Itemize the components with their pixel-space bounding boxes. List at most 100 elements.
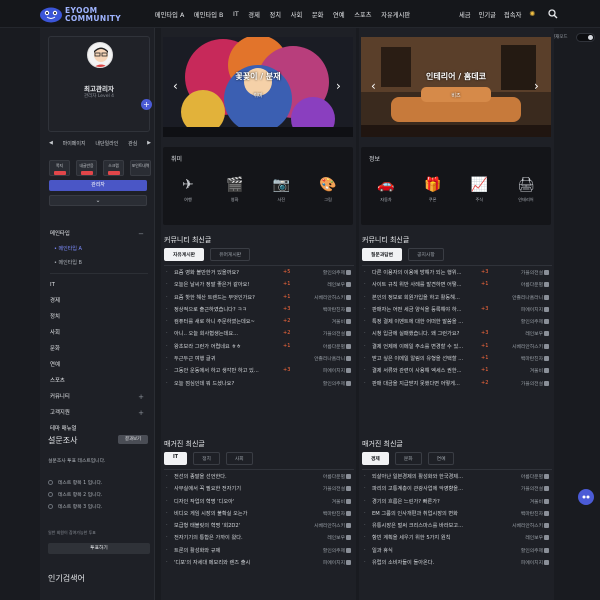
menu-item[interactable]: 문화	[50, 341, 148, 357]
section-tab[interactable]: 정치	[193, 452, 220, 465]
chevron-right-icon[interactable]: ›	[336, 79, 344, 93]
category-item[interactable]: 📈 주식	[464, 175, 494, 203]
survey-option[interactable]: 테스트 항목 2 입니다.	[48, 491, 102, 498]
nav-item[interactable]: 문화	[312, 10, 324, 19]
post-row[interactable]: · 비디오 게임 시장의 불확실 오는가 백마탄친자	[164, 510, 354, 522]
minus-icon[interactable]: −	[138, 226, 144, 242]
nav-item[interactable]: 연예	[333, 10, 345, 19]
post-row[interactable]: · 아니.. 오늘 회사협생는데요... +2 가을의전설	[164, 330, 354, 342]
radio-icon[interactable]	[48, 504, 53, 509]
post-author[interactable]: 가을의전설	[497, 485, 543, 492]
post-author[interactable]: 겨울비	[497, 367, 543, 374]
post-title[interactable]: EM 그룹의 인사개편과 취업시장의 변화	[372, 510, 480, 517]
post-title[interactable]: 사이트 규칙 위반 사례를 발견하면 어떻...	[372, 281, 480, 288]
post-author[interactable]: 백마탄친자	[497, 510, 543, 517]
post-row[interactable]: · 유통시장은 벌써 크리스마스를 바라보고... 시베리안허스키	[362, 522, 552, 534]
post-author[interactable]: 백마탄친자	[497, 355, 543, 362]
post-row[interactable]: · 트론의 활성화와 규제 할인의주제	[164, 547, 354, 559]
nav-right-item[interactable]: 인기글	[479, 10, 496, 19]
post-title[interactable]: 보급형 태블릿의 혁명 '회2D2'	[174, 522, 282, 529]
menu-item[interactable]: 연예	[50, 357, 148, 373]
post-title[interactable]: 요즘 핫한 해산 트렌드는 무엇인가요?	[174, 294, 282, 301]
feature-card[interactable]: 꽃꽂이 / 분재 취미 ‹ ›	[163, 37, 353, 137]
chat-float-button[interactable]	[578, 489, 594, 505]
nav-item[interactable]: 스포츠	[354, 10, 371, 19]
radio-icon[interactable]	[48, 480, 53, 485]
post-title[interactable]: 트론의 활성화와 규제	[174, 547, 282, 554]
category-item[interactable]: 📷 사진	[266, 175, 296, 203]
post-title[interactable]: 전선의 종말을 선언한다.	[174, 473, 282, 480]
expand-button[interactable]: ⌄	[49, 195, 147, 206]
post-row[interactable]: · 특정 결제 이벤트에 대한 어떠한 말씀을 ... 할인의주제	[362, 318, 552, 330]
post-author[interactable]: 백마탄친자	[299, 306, 345, 313]
post-row[interactable]: · 오늘 점심인데 뭐 드셨나요? 할인의주제	[164, 380, 354, 392]
post-author[interactable]: 할인의주제	[497, 318, 543, 325]
post-title[interactable]: 오늘 점심인데 뭐 드셨나요?	[174, 380, 282, 387]
section-tab[interactable]: 사회	[225, 452, 253, 465]
post-author[interactable]: 피에이치지	[497, 559, 543, 566]
post-author[interactable]: 아름다운별	[497, 281, 543, 288]
chevron-left-icon[interactable]: ◀	[49, 140, 53, 147]
post-row[interactable]: · 디자인 작업의 혁명 '디오아' 겨울비	[164, 498, 354, 510]
section-tab[interactable]: 유머게시판	[210, 248, 251, 261]
post-author[interactable]: 겨울비	[299, 318, 345, 325]
post-author[interactable]: 가을의전설	[497, 380, 543, 387]
post-row[interactable]: · 오늘은 날씨가 정말 좋은거 같아요! +1 레인보우	[164, 281, 354, 293]
profile-tab[interactable]: 내단일라인	[95, 140, 118, 147]
profile-button[interactable]: 스크랩	[103, 160, 124, 176]
post-row[interactable]: · 요즘 핫한 해산 트렌드는 무엇인가요? +1 시베리안허스키	[164, 294, 354, 306]
post-author[interactable]: 시베리안허스키	[497, 343, 543, 350]
post-title[interactable]: 항빈 계획을 세우기 위한 5가지 원칙	[372, 534, 480, 541]
post-row[interactable]: · 정상적으로 출근하였습니다? ㅋㅋ +3 백마탄친자	[164, 306, 354, 318]
post-author[interactable]: 겨울비	[497, 498, 543, 505]
post-author[interactable]: 레인보우	[497, 330, 543, 337]
section-tab[interactable]: 연예	[427, 452, 455, 465]
post-author[interactable]: 할인의주제	[299, 380, 345, 387]
post-author[interactable]: 시베리안허스키	[299, 522, 345, 529]
post-row[interactable]: · 다른 이용자의 이용에 방해가 되는 행위... +3 가을의전설	[362, 269, 552, 281]
post-author[interactable]: 피에이치지	[497, 306, 543, 313]
post-row[interactable]: · 결제 언제에 이메일 주소를 변경할 수 있... +1 시베리안허스키	[362, 343, 552, 355]
post-row[interactable]: · 결제 서류와 관련이 사용해 엑세스 권한... +1 겨울비	[362, 367, 552, 379]
post-author[interactable]: 겨울비	[299, 498, 345, 505]
nav-item[interactable]: 메인타입 A	[155, 10, 184, 19]
post-row[interactable]: · 항빈 계획을 세우기 위한 5가지 원칙 레인보우	[362, 534, 552, 546]
post-author[interactable]: 할인의주제	[299, 269, 345, 276]
profile-tab[interactable]: 관심	[128, 140, 137, 147]
post-author[interactable]: 안졸리나홈라니	[497, 294, 543, 301]
nav-right-item[interactable]: 세금	[459, 10, 471, 19]
post-title[interactable]: 특정 결제 이벤트에 대한 어떠한 말씀을 ...	[372, 318, 480, 325]
post-author[interactable]: 가을의전설	[299, 330, 345, 337]
post-row[interactable]: · 일과 휴식 할인의주제	[362, 547, 552, 559]
post-row[interactable]: · 판매자는 어떤 세금 양식을 등록해야 하... +3 피에이치지	[362, 306, 552, 318]
post-title[interactable]: 비디오 게임 시장의 불확실 오는가	[174, 510, 282, 517]
admin-button[interactable]: 관리자	[49, 180, 147, 191]
menu-item[interactable]: 고객지원 +	[50, 405, 148, 421]
plus-icon[interactable]: +	[138, 405, 144, 421]
post-row[interactable]: · 전자기기의 통합은 가까이 왔다. 레인보우	[164, 534, 354, 546]
post-row[interactable]: · 요즘 영화 볼만한거 있을까요? +5 할인의주제	[164, 269, 354, 281]
section-tab[interactable]: 질문과답변	[362, 248, 403, 261]
menu-sub-item[interactable]: • 메인타입 B	[50, 256, 148, 270]
post-title[interactable]: 판매 대금을 지급받지 못했다면 어떻게...	[372, 380, 480, 387]
post-row[interactable]: · 시청 입금에 실패했습니다. 왜 그런가요? +3 레인보우	[362, 330, 552, 342]
post-row[interactable]: · 왕초보라 그런가 어렵네요 ㅎㅎ +1 아름다운별	[164, 343, 354, 355]
post-title[interactable]: 사무실에서 꼭 필요한 전자기기	[174, 485, 282, 492]
nav-right-item[interactable]: 접속자	[504, 10, 521, 19]
post-title[interactable]: 본인의 정보로 회원가입을 하고 활동해...	[372, 294, 480, 301]
post-title[interactable]: '디포'의 자세대 메모리와 렌즈 출시	[174, 559, 282, 566]
post-title[interactable]: 전자기기의 통합은 가까이 왔다.	[174, 534, 282, 541]
post-row[interactable]: · 그동안 운동에서 하고 생각만 하고 있... +3 피에이치지	[164, 367, 354, 379]
menu-item-main[interactable]: 메인타입 −	[50, 226, 148, 242]
post-title[interactable]: 결제 서류와 관련이 사용해 엑세스 권한...	[372, 367, 480, 374]
post-author[interactable]: 아름다운별	[299, 473, 345, 480]
post-title[interactable]: 파리의 고통계층이 관광사업에 악영향을...	[372, 485, 480, 492]
post-row[interactable]: · 사무실에서 꼭 필요한 전자기기 가을의전설	[164, 485, 354, 497]
post-row[interactable]: · 경기의 흐름은 느린가? 빠른가? 겨울비	[362, 498, 552, 510]
post-title[interactable]: 그동안 운동에서 하고 생각만 하고 있...	[174, 367, 282, 374]
chevron-right-icon[interactable]: ›	[534, 79, 542, 93]
post-title[interactable]: 시청 입금에 실패했습니다. 왜 그런가요?	[372, 330, 480, 337]
post-row[interactable]: · 사이트 규칙 위반 사례를 발견하면 어떻... +1 아름다운별	[362, 281, 552, 293]
post-title[interactable]: 아니.. 오늘 회사협생는데요...	[174, 330, 282, 337]
section-tab[interactable]: IT	[164, 452, 188, 465]
